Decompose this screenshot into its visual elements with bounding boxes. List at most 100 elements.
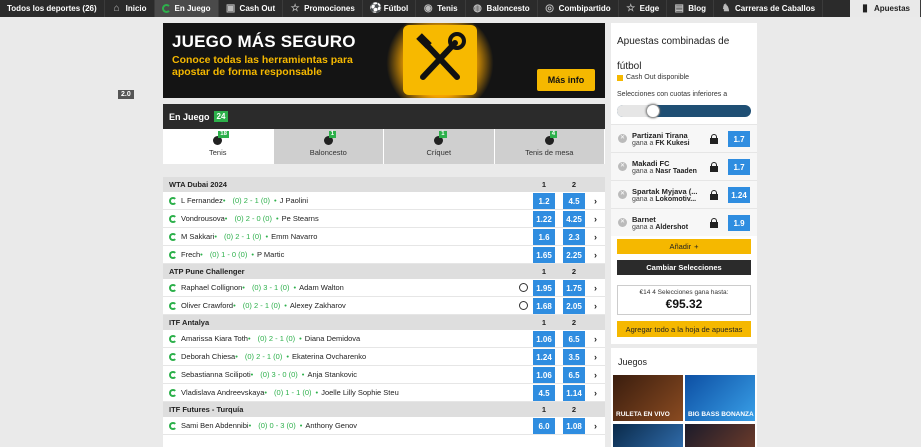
event-row[interactable]: Oliver Crawford • (0) 2 - 1 (0) • Alexey Za… bbox=[163, 297, 605, 315]
player-2: Alexey Zakharov bbox=[289, 301, 346, 310]
remove-icon[interactable]: ✕ bbox=[618, 190, 627, 199]
nav-item-0[interactable]: Todos los deportes (26) bbox=[0, 0, 105, 17]
odd-button-2[interactable]: 1.75 bbox=[563, 280, 585, 296]
column-2-header: 2 bbox=[571, 267, 577, 276]
change-selections-button[interactable]: Cambiar Selecciones bbox=[617, 260, 751, 275]
odd-button-1[interactable]: 1.06 bbox=[533, 331, 555, 347]
event-row[interactable]: Vladislava Andreevskaya • (0) 1 - 1 (0) • J… bbox=[163, 384, 605, 402]
bets-tab[interactable]: ▮ Apuestas bbox=[849, 0, 921, 17]
separator-dot: • bbox=[284, 301, 287, 310]
chevron-right-icon[interactable]: › bbox=[594, 214, 597, 224]
odd-button-2[interactable]: 2.3 bbox=[563, 229, 585, 245]
odd-button-1[interactable]: 1.65 bbox=[533, 247, 555, 263]
odd-button-1[interactable]: 1.06 bbox=[533, 367, 555, 383]
tab-3[interactable]: 4 Tenis de mesa bbox=[495, 129, 605, 164]
chevron-right-icon[interactable]: › bbox=[594, 334, 597, 344]
remove-icon[interactable]: ✕ bbox=[618, 162, 627, 171]
stream-icon[interactable] bbox=[519, 301, 528, 310]
league-name: ITF Futures - Turquía bbox=[169, 405, 244, 414]
odd-button-2[interactable]: 3.5 bbox=[563, 349, 585, 365]
odd-button-2[interactable]: 1.14 bbox=[563, 385, 585, 401]
chevron-right-icon[interactable]: › bbox=[594, 421, 597, 431]
odd-button-2[interactable]: 1.08 bbox=[563, 418, 585, 434]
odd-button-2[interactable]: 6.5 bbox=[563, 331, 585, 347]
lock-body bbox=[710, 194, 718, 200]
promo-banner[interactable]: JUEGO MÁS SEGURO Conoce todas las herram… bbox=[163, 23, 605, 98]
odd-button-2[interactable]: 6.5 bbox=[563, 367, 585, 383]
game-tile[interactable] bbox=[685, 424, 755, 447]
lock-icon bbox=[710, 162, 718, 172]
chevron-right-icon[interactable]: › bbox=[594, 388, 597, 398]
nav-item-10[interactable]: ▤ Blog bbox=[667, 0, 715, 17]
event-row[interactable]: Sebastianna Scilipoti • (0) 3 - 0 (0) • Anj… bbox=[163, 366, 605, 384]
nav-label: Inicio bbox=[125, 4, 147, 13]
more-info-button[interactable]: Más info bbox=[537, 69, 595, 91]
add-button[interactable]: Añadir + bbox=[617, 239, 751, 254]
game-tile[interactable]: RULETA EN VIVO bbox=[613, 375, 683, 421]
live-icon bbox=[169, 421, 177, 430]
odd-button-2[interactable]: 4.25 bbox=[563, 211, 585, 227]
chevron-right-icon[interactable]: › bbox=[594, 370, 597, 380]
slider-handle[interactable] bbox=[646, 104, 661, 118]
tab-0[interactable]: 18 Tenis bbox=[163, 129, 274, 164]
nav-label: En Juego bbox=[174, 4, 211, 13]
nav-item-11[interactable]: ♞ Carreras de Caballos bbox=[714, 0, 824, 17]
chevron-right-icon[interactable]: › bbox=[594, 250, 597, 260]
tab-2[interactable]: 1 Críquet bbox=[384, 129, 495, 164]
odd-button-1[interactable]: 1.24 bbox=[533, 349, 555, 365]
event-row[interactable]: Raphael Collignon • (0) 3 - 1 (0) • Adam Wa… bbox=[163, 279, 605, 297]
event-row[interactable]: Vondrousova • (0) 2 - 0 (0) • Pe Stearns 1.2… bbox=[163, 210, 605, 228]
score: (0) 3 - 0 (0) bbox=[260, 370, 298, 379]
odd-button-1[interactable]: 6.0 bbox=[533, 418, 555, 434]
pick-odd[interactable]: 1.9 bbox=[728, 215, 750, 231]
odd-button-2[interactable]: 4.5 bbox=[563, 193, 585, 209]
event-row[interactable]: M Sakkari • (0) 2 - 1 (0) • Emm Navarro 1.6 2… bbox=[163, 228, 605, 246]
add-all-button[interactable]: Agregar todo a la hoja de apuestas bbox=[617, 321, 751, 337]
odd-button-2[interactable]: 2.05 bbox=[563, 298, 585, 314]
odds-slider[interactable] bbox=[617, 104, 751, 118]
separator-dot: • bbox=[200, 250, 203, 259]
tab-1[interactable]: 1 Baloncesto bbox=[274, 129, 384, 164]
game-tile[interactable]: BIG BASS BONANZA bbox=[685, 375, 755, 421]
event-row[interactable]: L Fernandez • (0) 2 - 1 (0) • J Paolini 1.2 4… bbox=[163, 192, 605, 210]
odd-button-1[interactable]: 1.68 bbox=[533, 298, 555, 314]
separator-dot: • bbox=[247, 334, 251, 343]
event-row[interactable]: Deborah Chiesa • (0) 2 - 1 (0) • Ekaterina … bbox=[163, 348, 605, 366]
chevron-right-icon[interactable]: › bbox=[594, 283, 597, 293]
nav-item-5[interactable]: ⚽ Fútbol bbox=[363, 0, 417, 17]
nav-item-6[interactable]: ◉ Tenis bbox=[416, 0, 466, 17]
pick-odd[interactable]: 1.24 bbox=[728, 187, 750, 203]
odd-button-1[interactable]: 1.6 bbox=[533, 229, 555, 245]
nav-item-7[interactable]: ◍ Baloncesto bbox=[466, 0, 538, 17]
nav-item-1[interactable]: ⌂ Inicio bbox=[105, 0, 155, 17]
lock-body bbox=[710, 222, 718, 228]
odd-button-1[interactable]: 1.22 bbox=[533, 211, 555, 227]
separator-dot: • bbox=[293, 283, 297, 292]
remove-icon[interactable]: ✕ bbox=[618, 134, 627, 143]
event-row[interactable]: Sami Ben Abdennibi • (0) 0 - 3 (0) • Anthon… bbox=[163, 417, 605, 435]
nav-label: Combipartido bbox=[558, 4, 611, 13]
pick-odd[interactable]: 1.7 bbox=[728, 131, 750, 147]
nav-label: Fútbol bbox=[383, 4, 409, 13]
stream-icon[interactable] bbox=[519, 283, 528, 292]
pick-verb: gana a bbox=[632, 140, 654, 147]
chevron-right-icon[interactable]: › bbox=[594, 196, 597, 206]
nav-item-9[interactable]: ☆ Edge bbox=[619, 0, 668, 17]
odd-button-1[interactable]: 1.2 bbox=[533, 193, 555, 209]
remove-icon[interactable]: ✕ bbox=[618, 218, 627, 227]
odd-button-1[interactable]: 4.5 bbox=[533, 385, 555, 401]
chevron-right-icon[interactable]: › bbox=[594, 352, 597, 362]
game-tile[interactable] bbox=[613, 424, 683, 447]
odd-button-2[interactable]: 2.25 bbox=[563, 247, 585, 263]
odd-button-1[interactable]: 1.95 bbox=[533, 280, 555, 296]
chevron-right-icon[interactable]: › bbox=[594, 301, 597, 311]
pick-odd[interactable]: 1.7 bbox=[728, 159, 750, 175]
nav-item-2[interactable]: En Juego bbox=[154, 0, 219, 17]
event-row[interactable]: Amarissa Kiara Toth • (0) 2 - 1 (0) • Diana… bbox=[163, 330, 605, 348]
pick-desc: gana a FK Kukesi bbox=[632, 140, 690, 147]
chevron-right-icon[interactable]: › bbox=[594, 232, 597, 242]
event-row[interactable]: Frech • (0) 1 - 0 (0) • P Martic 1.65 2.25 › bbox=[163, 246, 605, 264]
nav-item-3[interactable]: ▣ Cash Out bbox=[219, 0, 284, 17]
nav-item-8[interactable]: ◎ Combipartido bbox=[538, 0, 619, 17]
nav-item-4[interactable]: ☆ Promociones bbox=[283, 0, 363, 17]
